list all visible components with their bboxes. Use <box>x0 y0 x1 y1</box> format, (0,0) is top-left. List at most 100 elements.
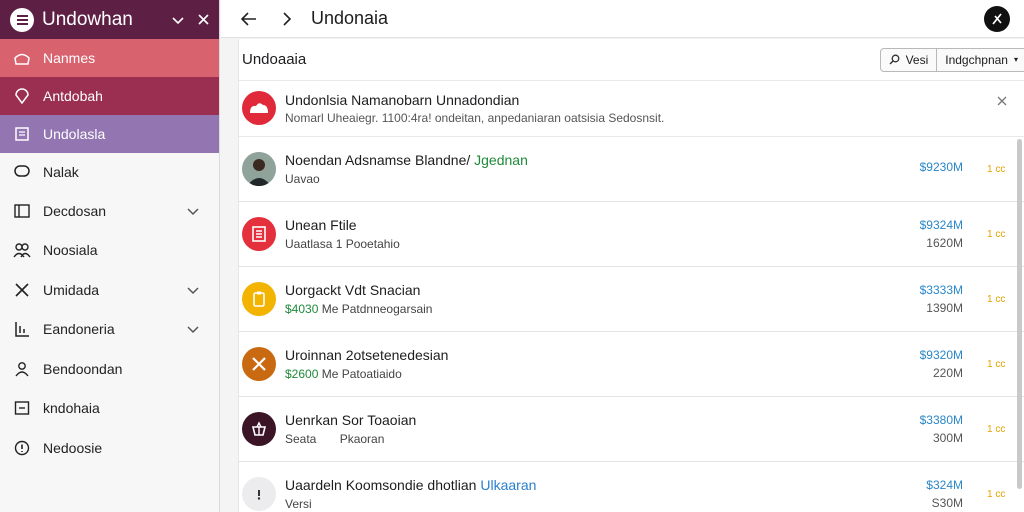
amount: $9230M <box>919 160 963 174</box>
menu-logo-icon[interactable] <box>10 7 34 32</box>
chevron-down-icon[interactable] <box>172 12 184 28</box>
notice-title: Undonlsia Namanobarn Unnadondian <box>285 92 520 108</box>
forward-chevron-icon[interactable] <box>277 9 297 29</box>
list-item-body: Uroinnan 2otsetenedesian $2600 Me Patoat… <box>285 347 883 381</box>
amount-secondary: 300M <box>932 431 963 445</box>
amount: $9320M <box>919 348 963 362</box>
close-icon[interactable] <box>198 12 209 28</box>
amount-block: $3380M 300M <box>883 413 963 445</box>
main-content: Undoaaia Vesi Indgchpnan ▾ Undonlsia Nam… <box>221 39 1024 512</box>
sidebar-item-label: Undolasla <box>43 126 106 142</box>
search-label: Vesi <box>905 52 929 67</box>
sidebar-item-noosiala[interactable]: Noosiala <box>0 231 219 271</box>
account-icon[interactable] <box>984 5 1010 32</box>
sidebar-item-label: Noosiala <box>43 242 98 259</box>
notice-icon <box>242 91 276 125</box>
list-item[interactable]: Uroinnan 2otsetenedesian $2600 Me Patoat… <box>239 332 1024 397</box>
sidebar-item-label: Nalak <box>43 164 79 180</box>
sidebar-item-decdosan[interactable]: Decdosan <box>0 191 219 231</box>
sidebar-item-nedoosie[interactable]: Nedoosie <box>0 428 219 468</box>
list-item-subtitle: Seata Pkaoran <box>285 432 385 446</box>
document-icon <box>13 125 31 143</box>
amount-secondary: S30M <box>931 496 963 510</box>
location-pin-icon <box>13 87 31 105</box>
sidebar-item-umidada[interactable]: Umidada <box>0 270 219 310</box>
sidebar-item-undolasla[interactable]: Undolasla <box>0 115 219 153</box>
title-accent[interactable]: Ulkaaran <box>480 477 536 493</box>
amount-secondary: 1620M <box>926 236 963 250</box>
chat-icon <box>13 163 31 181</box>
list-item-subtitle: Versi <box>285 497 312 511</box>
tools-icon <box>242 347 276 381</box>
notebook-icon <box>242 217 276 251</box>
sidebar-item-eandoneria[interactable]: Eandoneria <box>0 310 219 350</box>
amount-secondary: 220M <box>932 366 963 380</box>
sidebar-item-kndohaia[interactable]: kndohaia <box>0 389 219 429</box>
search-button[interactable]: Vesi <box>881 49 937 71</box>
person-icon <box>13 360 31 378</box>
sidebar-item-antdobah[interactable]: Antdobah <box>0 77 219 115</box>
list-icon <box>13 202 31 220</box>
sidebar-item-bendoondan[interactable]: Bendoondan <box>0 349 219 389</box>
content-panel: Undoaaia Vesi Indgchpnan ▾ Undonlsia Nam… <box>238 39 1024 512</box>
clipboard-icon <box>242 282 276 316</box>
avatar <box>242 152 276 186</box>
sidebar-item-label: kndohaia <box>43 400 100 417</box>
list-item-title: Uaardeln Koomsondie dhotlian Ulkaaran <box>285 477 537 493</box>
list-item[interactable]: Uorgackt Vdt Snacian $4030 Me Patdnneoga… <box>239 267 1024 332</box>
status-badge: 1 cc <box>987 488 1006 500</box>
title-accent[interactable]: Jgednan <box>474 152 528 168</box>
chevron-down-icon[interactable] <box>187 321 203 337</box>
list-item-title: Uenrkan Sor Toaoian <box>285 412 417 428</box>
filter-dropdown[interactable]: Indgchpnan ▾ <box>936 48 1024 71</box>
tools-icon <box>13 281 31 299</box>
sidebar-item-label: Bendoondan <box>43 360 123 377</box>
section-title: Undoaaia <box>242 51 307 68</box>
amount-block: $3333M 1390M <box>883 283 963 315</box>
list-item[interactable]: Unean Ftile Uaatlasa 1 Pooetahio $9324M … <box>239 202 1024 267</box>
list-item[interactable]: Noendan Adsnamse Blandne/ Jgednan Uavao … <box>239 137 1024 202</box>
sidebar-item-label: Nedoosie <box>43 439 103 456</box>
notice-banner: Undonlsia Namanobarn Unnadondian Nomarl … <box>239 81 1024 137</box>
sidebar-item-label: Eandoneria <box>43 321 115 338</box>
amount-secondary: 1390M <box>926 301 963 315</box>
amount-block: $324M S30M <box>883 478 963 510</box>
back-arrow-icon[interactable] <box>239 9 259 29</box>
sidebar: Undowhan Nanmes Antdobah Undolasla Nalak <box>0 0 220 512</box>
close-icon[interactable] <box>997 93 1024 136</box>
header-controls: Vesi Indgchpnan ▾ <box>879 47 1024 72</box>
amount: $9324M <box>919 218 963 232</box>
scrollbar[interactable] <box>1017 139 1022 489</box>
amount-block: $9320M 220M <box>883 348 963 380</box>
search-icon <box>889 54 900 65</box>
list-item-subtitle: $4030 Me Patdnneogarsain <box>285 302 433 316</box>
home-icon <box>13 49 31 67</box>
sidebar-item-label: Nanmes <box>43 50 96 66</box>
chevron-down-icon: ▾ <box>1013 55 1018 64</box>
basket-icon <box>242 412 276 446</box>
list-item-subtitle: Uavao <box>285 172 320 186</box>
section-header: Undoaaia Vesi Indgchpnan ▾ <box>239 39 1024 81</box>
list-item-body: Uorgackt Vdt Snacian $4030 Me Patdnneoga… <box>285 282 883 316</box>
list-item-title: Unean Ftile <box>285 217 357 233</box>
top-bar: Undonaia <box>221 0 1024 38</box>
sidebar-item-label: Decdosan <box>43 202 107 219</box>
amount-block: $9324M 1620M <box>883 218 963 250</box>
app-title: Undowhan <box>42 8 133 30</box>
card-icon <box>13 399 31 417</box>
sidebar-item-nanmes[interactable]: Nanmes <box>0 39 219 77</box>
amount: $3333M <box>919 283 963 297</box>
page-title: Undonaia <box>311 8 389 28</box>
sidebar-item-label: Antdobah <box>43 88 103 104</box>
chevron-down-icon[interactable] <box>187 282 203 298</box>
sidebar-item-nalak[interactable]: Nalak <box>0 153 219 191</box>
list-item[interactable]: Uaardeln Koomsondie dhotlian Ulkaaran Ve… <box>239 462 1024 512</box>
chevron-down-icon[interactable] <box>187 203 203 219</box>
list-item-title: Uroinnan 2otsetenedesian <box>285 347 449 363</box>
people-icon <box>13 241 31 259</box>
list-item[interactable]: Uenrkan Sor Toaoian Seata Pkaoran $3380M… <box>239 397 1024 462</box>
sidebar-header: Undowhan <box>0 0 219 39</box>
notice-body: Undonlsia Namanobarn Unnadondian Nomarl … <box>285 91 997 136</box>
list-item-body: Uenrkan Sor Toaoian Seata Pkaoran <box>285 412 883 446</box>
list-item-title: Noendan Adsnamse Blandne/ Jgednan <box>285 152 528 168</box>
